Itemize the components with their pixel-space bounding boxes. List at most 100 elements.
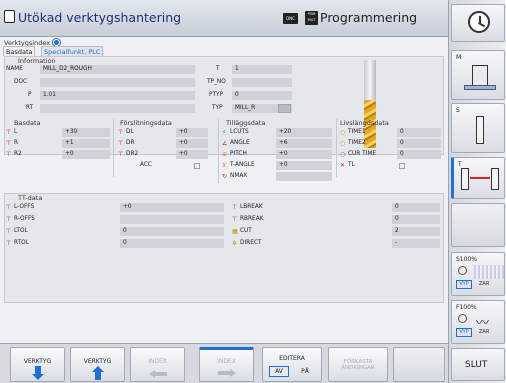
extra-field-tangle[interactable]: +0 [276,161,332,170]
tt-field-ltol[interactable]: 0 [120,227,224,236]
index-right-label: INDEX [217,358,236,365]
extra-field-angle[interactable]: +6 [276,139,332,148]
tt-field-direct[interactable]: - [392,239,440,248]
nmax-icon: ↻ [222,173,228,180]
m-function-base-icon [464,85,496,90]
life-label-time2: ○ TIME2 [340,140,366,147]
spindle-icon [476,116,484,144]
main-area: Verktygsindex Basdata Specialfunkt. PLC … [0,37,448,343]
tt-field-loffs[interactable]: +0 [120,203,224,212]
dnc-icon: DNC [283,13,298,24]
basdata-title: Basdata [14,119,41,127]
spindle-override-panel[interactable]: S100% VYP ZAR [451,252,505,296]
softkey-empty [451,203,505,247]
spindle-override-slider[interactable] [474,265,504,279]
s-function-button[interactable]: S [451,103,505,153]
wear-field-dl[interactable]: +0 [176,128,208,137]
extra-label-nmax: ↻ NMAX [222,173,248,180]
wear-field-dr[interactable]: +0 [176,139,208,148]
tt-label-direct: ✲ DIRECT [232,240,262,247]
divider [113,119,114,177]
info-label-tpno: TP_NO [207,79,226,85]
tt-label-ltol: ⊤ LTOL [6,228,28,235]
extra-field-lcuts[interactable]: +20 [276,128,332,137]
verktyg-down-button[interactable]: VERKTYG [10,347,65,382]
info-label-name: NAME [6,66,23,72]
life-label-time1: ○ TIME1 [340,129,366,136]
basdata-label-r: ⊤ R [6,140,19,147]
zar-label-1: ZAR [479,281,490,287]
tt-label-rbreak: ⊤ RBREAK [232,216,264,223]
wear-field-dr2[interactable]: +0 [176,150,208,159]
editera-toggle[interactable]: EDITERA AV PÅ [262,347,322,382]
info-field-ptyp[interactable]: 0 [232,91,292,100]
tab-basdata[interactable]: Basdata [3,46,36,56]
angle-icon: ∠ [222,140,228,147]
pgm-mgt-icon: PGM MGT [305,11,318,25]
editera-pa-option[interactable]: PÅ [295,366,315,377]
life-field-curtime[interactable]: 0 [397,150,441,159]
info-field-name[interactable]: MILL_D2_ROUGH [40,65,195,74]
tt-field-lbreak[interactable]: 0 [392,203,440,212]
rbreak-icon: ⊤ [232,216,238,223]
info-field-t[interactable]: 1 [232,65,292,74]
lbreak-icon: ⊤ [232,204,238,211]
editera-av-option[interactable]: AV [269,366,289,377]
basdata-field-r2[interactable]: +0 [62,150,110,159]
clock-button[interactable] [451,4,505,42]
typ-select-icon[interactable] [278,104,291,113]
tt-field-roffs[interactable] [120,215,224,224]
t-function-button[interactable]: T [451,157,505,199]
tt-field-rtol[interactable]: 0 [120,239,224,248]
wear-label-dr: ⊤ DR [118,140,135,147]
m-function-button[interactable]: M [451,50,505,100]
tt-field-rbreak[interactable]: 0 [392,215,440,224]
life-field-time2[interactable]: 0 [397,139,441,148]
life-field-time1[interactable]: 0 [397,128,441,137]
mode-title: Programmering [320,10,418,25]
direct-icon: ✲ [232,240,238,247]
arrow-up-icon [95,371,101,380]
extra-label-tangle: ⊻ T-ANGLE [222,162,255,169]
time1-icon: ○ [340,129,346,136]
clock-icon [468,11,490,33]
tab-special-plc[interactable]: Specialfunkt. PLC [41,46,104,56]
acc-checkbox[interactable] [194,163,200,169]
vyp-badge-1: VYP [456,280,472,289]
extra-field-pitch[interactable]: +0 [276,150,332,159]
basdata-label-r2: ⊤ R2 [6,151,22,158]
info-field-tpno[interactable] [232,78,292,87]
tool-index-icon[interactable] [53,39,60,46]
clock-hand-icon [478,22,486,27]
info-label-ptyp: PTYP [209,92,224,98]
arrow-right-icon [230,369,236,377]
tl-checkbox[interactable] [399,163,405,169]
length-icon: ⊤ [6,129,12,136]
extra-label-angle: ∠ ANGLE [222,140,250,147]
lcuts-icon: ⚡ [222,129,227,136]
index-left-button[interactable]: INDEX [130,347,185,382]
softkey-bar: VERKTYG VERKTYG INDEX INDEX EDITERA AV P… [0,343,448,383]
feed-override-panel[interactable]: F100% VYP 〰 ZAR [451,300,505,344]
verktyg-down-label: VERKTYG [23,358,52,365]
information-title: Information [18,57,56,65]
cut-icon: ▦ [232,228,238,235]
tt-field-cut[interactable]: 2 [392,227,440,236]
slut-button[interactable]: SLUT [451,348,505,381]
basdata-field-r[interactable]: +1 [62,139,110,148]
r-offs-icon: ⊤ [6,216,12,223]
header-bar: Utökad verktygshantering DNC PGM MGT Pro… [0,0,448,37]
tt-label-lbreak: ⊤ LBREAK [232,204,263,211]
basdata-field-l[interactable]: +30 [62,128,110,137]
extra-field-nmax[interactable] [276,172,332,181]
verktyg-up-button[interactable]: VERKTYG [70,347,125,382]
info-field-doc[interactable] [40,78,195,87]
info-field-p[interactable]: 1.01 [40,91,195,100]
right-softkey-panel: M S T S100% VYP ZAR F100% VYP 〰 ZAR SLUT [448,0,506,383]
basdata-label-l: ⊤ L [6,129,18,136]
arrow-right-icon-shaft [218,371,230,375]
index-right-button[interactable]: INDEX [199,347,254,382]
info-field-rt[interactable] [40,104,195,113]
discard-changes-button[interactable]: FÖRKASTA ÄNDRINGAR [328,347,388,382]
m-function-icon [472,65,488,87]
